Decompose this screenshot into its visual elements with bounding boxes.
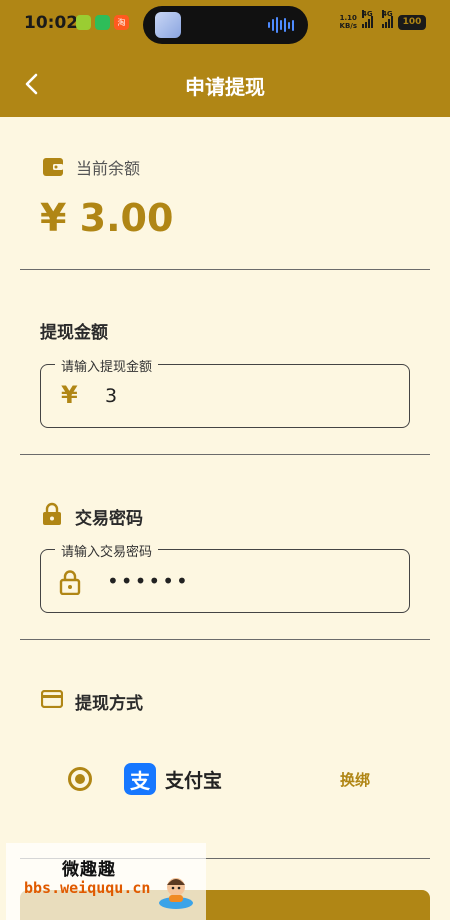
status-app-icons: 淘 xyxy=(76,15,129,30)
lock-icon xyxy=(43,502,61,525)
divider xyxy=(20,639,430,640)
balance-header: 当前余额 xyxy=(42,155,140,179)
card-icon xyxy=(41,690,63,708)
signal-icon: 4G xyxy=(362,10,373,28)
mascot-icon xyxy=(159,878,193,909)
status-time: 10:02 xyxy=(24,13,79,33)
amount-input-value: 3 xyxy=(105,385,118,407)
watermark-title: 微趣趣 xyxy=(62,860,116,880)
watermark-url: bbs.weiququ.cn xyxy=(24,879,151,897)
page-title: 申请提现 xyxy=(185,75,265,99)
amount-input[interactable]: 请输入提现金额 ¥ 3 xyxy=(40,356,410,428)
wallet-icon xyxy=(43,158,63,176)
password-input-label: 请输入交易密码 xyxy=(55,541,159,560)
divider xyxy=(20,269,430,270)
message-notification-icon xyxy=(95,15,110,30)
nav-bar: 申请提现 xyxy=(0,52,450,117)
signal-icon-2: 4G xyxy=(382,10,393,28)
rebind-button[interactable]: 换绑 xyxy=(340,769,370,790)
status-indicators: 1.10 KB/s 4G 4G 100 xyxy=(339,10,426,30)
balance-value: ¥ 3.00 xyxy=(40,196,174,240)
method-radio[interactable] xyxy=(68,767,92,791)
currency-prefix: ¥ xyxy=(61,381,78,409)
method-section-title: 提现方式 xyxy=(75,694,143,714)
dynamic-island[interactable] xyxy=(143,6,308,44)
alipay-icon: 支 xyxy=(124,763,156,795)
lock-icon xyxy=(59,570,81,595)
amount-input-label: 请输入提现金额 xyxy=(55,356,159,375)
taobao-notification-icon: 淘 xyxy=(114,15,129,30)
password-input[interactable]: 请输入交易密码 •••••• xyxy=(40,541,410,613)
app-notification-icon xyxy=(76,15,91,30)
battery-icon: 100 xyxy=(398,14,426,30)
method-option-label: 支付宝 xyxy=(165,770,223,792)
divider xyxy=(20,454,430,455)
network-speed: 1.10 KB/s xyxy=(339,14,357,30)
music-thumbnail xyxy=(155,12,181,38)
status-bar: 10:02 淘 1.10 KB/s 4G 4G 100 xyxy=(0,0,450,52)
password-input-value: •••••• xyxy=(107,569,190,593)
balance-label: 当前余额 xyxy=(76,159,141,178)
watermark: 微趣趣 bbs.weiququ.cn xyxy=(6,843,206,920)
method-option-alipay[interactable]: 支 支付宝 换绑 xyxy=(0,755,450,803)
password-section-title: 交易密码 xyxy=(75,509,143,529)
audio-wave-icon xyxy=(268,17,294,33)
amount-section-title: 提现金额 xyxy=(40,323,108,343)
